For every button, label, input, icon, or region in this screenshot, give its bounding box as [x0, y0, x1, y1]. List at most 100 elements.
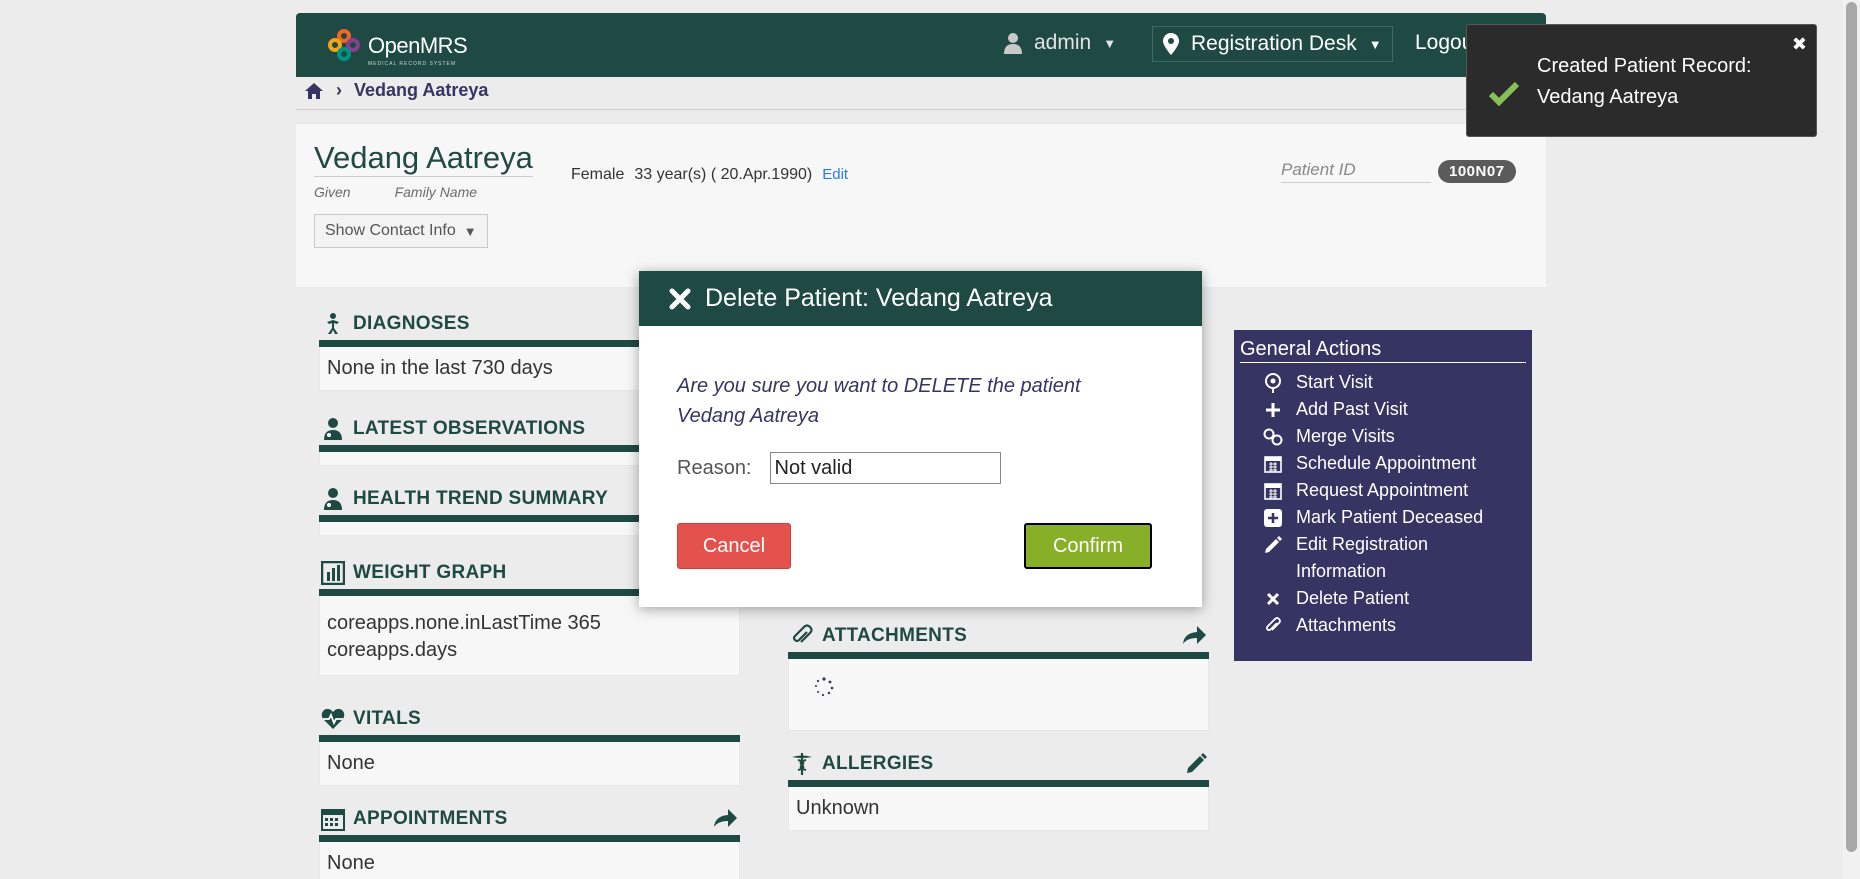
health-trend-title: HEALTH TREND SUMMARY — [353, 488, 609, 509]
confirm-button[interactable]: Confirm — [1024, 523, 1152, 569]
pencil-icon[interactable] — [1185, 753, 1207, 775]
action-label: Start Visit — [1296, 372, 1373, 392]
family-name-label: Family Name — [394, 184, 478, 200]
dialog-header: Delete Patient: Vedang Aatreya — [639, 271, 1202, 326]
dialog-title: Delete Patient: Vedang Aatreya — [705, 284, 1053, 312]
action-add-past-visit[interactable]: Add Past Visit — [1240, 396, 1526, 423]
user-menu[interactable]: admin ▼ — [1004, 31, 1116, 55]
vitals-bar — [319, 735, 740, 742]
action-edit-registration[interactable]: Edit Registration Information — [1240, 531, 1526, 585]
top-header: OpenMRS MEDICAL RECORD SYSTEM admin ▼ Re… — [296, 13, 1546, 77]
action-mark-patient-deceased[interactable]: Mark Patient Deceased — [1240, 504, 1526, 531]
x-icon — [1258, 585, 1288, 612]
vitals-header: VITALS — [319, 703, 740, 735]
action-label: Add Past Visit — [1296, 399, 1408, 419]
logo-subtext: MEDICAL RECORD SYSTEM — [368, 61, 457, 67]
home-icon[interactable] — [304, 82, 324, 100]
appointments-title: APPOINTMENTS — [353, 808, 508, 829]
appointments-widget: APPOINTMENTS None — [319, 803, 740, 879]
action-schedule-appointment[interactable]: Schedule Appointment — [1240, 450, 1526, 477]
appointments-header: APPOINTMENTS — [319, 803, 740, 835]
doctor-icon — [324, 418, 342, 440]
patient-header: Vedang Aatreya Given Family Name Female … — [296, 123, 1546, 287]
action-delete-patient[interactable]: Delete Patient — [1240, 585, 1526, 612]
weight-graph-title: WEIGHT GRAPH — [353, 562, 507, 583]
breadcrumb-separator-icon: › — [336, 80, 342, 100]
breadcrumb: › Vedang Aatreya — [304, 80, 488, 101]
heartbeat-icon — [321, 708, 345, 729]
vitals-title: VITALS — [353, 708, 421, 729]
health-trend-body — [319, 522, 672, 536]
calendar-icon — [1258, 477, 1288, 504]
attachments-title: ATTACHMENTS — [822, 625, 968, 646]
action-merge-visits[interactable]: Merge Visits — [1240, 423, 1526, 450]
close-x-icon — [669, 288, 691, 309]
location-name: Registration Desk — [1191, 32, 1357, 55]
logo-text: OpenMRS — [368, 33, 468, 58]
action-label: Edit Registration Information — [1296, 534, 1429, 581]
plus-icon — [1258, 396, 1288, 423]
general-actions-title: General Actions — [1240, 338, 1526, 363]
openmrs-logo[interactable]: OpenMRS MEDICAL RECORD SYSTEM — [328, 29, 468, 67]
allergies-body: Unknown — [788, 787, 1209, 831]
action-attachments[interactable]: Attachments — [1240, 612, 1526, 639]
toast-notification: ✖ Created Patient Record: Vedang Aatreya — [1466, 24, 1817, 137]
vitals-body: None — [319, 742, 740, 786]
share-arrow-icon[interactable] — [1181, 625, 1207, 645]
general-actions-panel: General Actions Start Visit Add Past Vis… — [1234, 330, 1532, 661]
patient-id-label: Patient ID — [1281, 160, 1431, 183]
reason-row: Reason: — [677, 452, 1001, 484]
location-menu[interactable]: Registration Desk ▼ — [1152, 26, 1393, 62]
share-arrow-icon[interactable] — [712, 808, 738, 828]
allergies-widget: ALLERGIES Unknown — [788, 748, 1209, 831]
show-contact-info-button[interactable]: Show Contact Info ▼ — [314, 214, 488, 248]
page-scrollbar[interactable] — [1843, 0, 1860, 879]
caret-down-icon: ▼ — [463, 223, 477, 239]
patient-name: Vedang Aatreya — [314, 140, 533, 177]
latest-observations-widget: LATEST OBSERVATIONS — [319, 413, 672, 466]
toast-close-icon[interactable]: ✖ — [1792, 34, 1807, 55]
latest-observations-title: LATEST OBSERVATIONS — [353, 418, 586, 439]
action-label: Mark Patient Deceased — [1296, 507, 1484, 527]
cancel-button[interactable]: Cancel — [677, 523, 791, 569]
latest-observations-header: LATEST OBSERVATIONS — [319, 413, 672, 445]
diagnoses-header: DIAGNOSES — [319, 308, 672, 340]
chevron-down-icon: ▼ — [1103, 35, 1117, 51]
scrollbar-thumb[interactable] — [1846, 2, 1857, 852]
appointments-bar — [319, 835, 740, 842]
action-start-visit[interactable]: Start Visit — [1240, 369, 1526, 396]
attachments-body — [788, 659, 1209, 731]
delete-patient-dialog: Delete Patient: Vedang Aatreya Are you s… — [639, 271, 1202, 607]
health-trend-header: HEALTH TREND SUMMARY — [319, 483, 672, 515]
reason-input[interactable] — [769, 452, 1001, 484]
breadcrumb-divider — [296, 109, 1546, 110]
action-label: Request Appointment — [1296, 480, 1469, 500]
attachments-bar — [788, 652, 1209, 659]
plus-square-icon — [1258, 504, 1288, 531]
diagnoses-title: DIAGNOSES — [353, 313, 470, 334]
allergies-header: ALLERGIES — [788, 748, 1209, 780]
loading-spinner-icon — [815, 677, 834, 697]
paperclip-icon — [792, 624, 813, 643]
weight-graph-body: coreapps.none.inLastTime 365 coreapps.da… — [319, 596, 740, 676]
calendar-icon — [321, 809, 345, 831]
dialog-message: Are you sure you want to DELETE the pati… — [677, 375, 1081, 427]
latest-observations-bar — [319, 445, 672, 452]
doctor-icon — [324, 488, 342, 510]
attachments-widget: ATTACHMENTS — [788, 620, 1209, 731]
action-label: Schedule Appointment — [1296, 453, 1477, 473]
diagnoses-widget: DIAGNOSES None in the last 730 days — [319, 308, 672, 391]
diagnoses-body: None in the last 730 days — [319, 347, 672, 391]
latest-observations-body — [319, 452, 672, 466]
openmrs-logo-icon — [328, 29, 360, 63]
calendar-icon — [1258, 450, 1288, 477]
patient-age: 33 year(s) ( 20.Apr.1990) — [634, 166, 813, 183]
appointments-body: None — [319, 842, 740, 879]
attachments-header: ATTACHMENTS — [788, 620, 1209, 652]
action-request-appointment[interactable]: Request Appointment — [1240, 477, 1526, 504]
paperclip-icon — [1258, 612, 1288, 639]
pencil-icon — [1258, 531, 1288, 558]
breadcrumb-current: Vedang Aatreya — [354, 80, 489, 100]
diagnoses-bar — [319, 340, 672, 347]
edit-demographics-link[interactable]: Edit — [822, 166, 848, 184]
